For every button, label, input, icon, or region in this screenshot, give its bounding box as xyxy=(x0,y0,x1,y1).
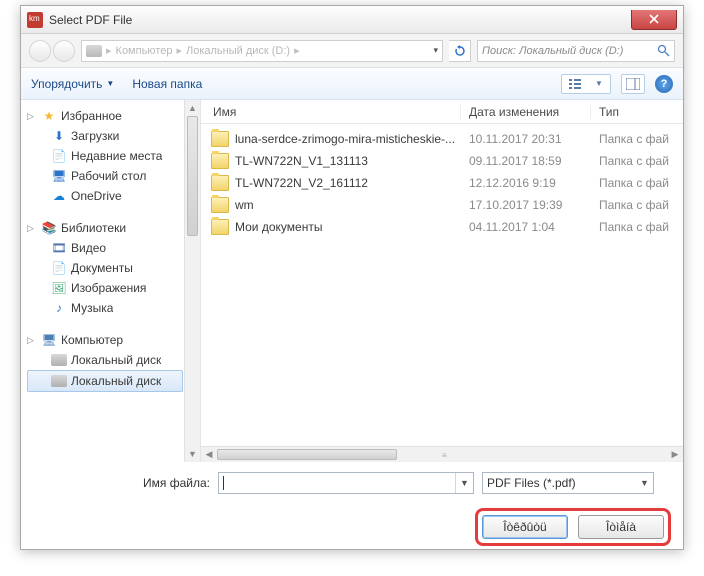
music-icon: ♪ xyxy=(51,300,67,316)
drive-icon xyxy=(51,375,67,387)
chevron-down-icon: ▼ xyxy=(455,473,473,493)
nav-back-button[interactable] xyxy=(29,40,51,62)
cloud-icon: ☁ xyxy=(51,188,67,204)
footer: Имя файла: ▼ PDF Files (*.pdf) ▼ Îòêðûòü… xyxy=(21,462,683,558)
folder-icon xyxy=(211,219,229,235)
preview-pane-button[interactable] xyxy=(621,74,645,94)
refresh-button[interactable] xyxy=(449,40,471,62)
preview-pane-icon xyxy=(626,78,640,90)
close-icon xyxy=(649,14,659,24)
video-icon: 🎞 xyxy=(51,240,67,256)
list-view-icon xyxy=(569,79,581,89)
expand-icon: ▷ xyxy=(27,223,37,234)
sidebar-scrollbar[interactable]: ▲ ▼ xyxy=(184,100,200,462)
chevron-down-icon: ▼ xyxy=(595,79,603,88)
cancel-button[interactable]: Îòìåíà xyxy=(578,515,664,539)
window-title: Select PDF File xyxy=(49,13,132,27)
desktop-icon: 🖥 xyxy=(51,168,67,184)
list-item[interactable]: wm17.10.2017 19:39Папка с фай xyxy=(201,194,683,216)
computer-icon: 🖥 xyxy=(41,332,57,348)
breadcrumb[interactable]: ▸ Компьютер ▸ Локальный диск (D:) ▸ ▾ xyxy=(81,40,443,62)
sidebar-item-onedrive[interactable]: ☁OneDrive xyxy=(27,186,183,206)
sidebar-item-recent[interactable]: 📄Недавние места xyxy=(27,146,183,166)
star-icon: ★ xyxy=(41,108,57,124)
filename-input[interactable]: ▼ xyxy=(218,472,474,494)
sidebar-item-drive-c[interactable]: Локальный диск xyxy=(27,350,183,370)
scroll-thumb[interactable] xyxy=(217,449,397,460)
scroll-left-icon: ◀ xyxy=(201,449,217,460)
scroll-thumb[interactable] xyxy=(187,116,198,236)
document-icon: 📄 xyxy=(51,260,67,276)
sidebar-item-music[interactable]: ♪Музыка xyxy=(27,298,183,318)
sidebar-favorites[interactable]: ▷ ★ Избранное xyxy=(27,106,183,126)
close-button[interactable] xyxy=(631,10,677,30)
drive-icon xyxy=(51,354,67,366)
sidebar-item-downloads[interactable]: ⬇Загрузки xyxy=(27,126,183,146)
folder-icon xyxy=(211,153,229,169)
folder-icon xyxy=(211,175,229,191)
list-item[interactable]: luna-serdce-zrimogo-mira-misticheskie-..… xyxy=(201,128,683,150)
search-icon xyxy=(657,44,670,57)
sidebar: ▷ ★ Избранное ⬇Загрузки 📄Недавние места … xyxy=(21,100,201,462)
button-highlight: Îòêðûòü Îòìåíà xyxy=(475,508,671,546)
address-bar: ▸ Компьютер ▸ Локальный диск (D:) ▸ ▾ По… xyxy=(21,34,683,68)
chevron-down-icon: ▼ xyxy=(106,79,114,88)
sidebar-item-pictures[interactable]: 🖼Изображения xyxy=(27,278,183,298)
list-item[interactable]: TL-WN722N_V1_13111309.11.2017 18:59Папка… xyxy=(201,150,683,172)
titlebar: Select PDF File xyxy=(21,6,683,34)
search-placeholder: Поиск: Локальный диск (D:) xyxy=(482,45,623,57)
app-icon xyxy=(27,12,43,28)
download-icon: ⬇ xyxy=(51,128,67,144)
scroll-down-icon: ▼ xyxy=(185,446,200,462)
sidebar-item-drive-d[interactable]: Локальный диск xyxy=(27,370,183,392)
expand-icon: ▷ xyxy=(27,111,37,122)
drive-icon xyxy=(86,45,102,57)
recent-icon: 📄 xyxy=(51,148,67,164)
sidebar-computer[interactable]: ▷ 🖥 Компьютер xyxy=(27,330,183,350)
list-item[interactable]: Мои документы04.11.2017 1:04Папка с фай xyxy=(201,216,683,238)
breadcrumb-drive: Локальный диск (D:) xyxy=(186,45,290,57)
list-item[interactable]: TL-WN722N_V2_16111212.12.2016 9:19Папка … xyxy=(201,172,683,194)
sidebar-libraries[interactable]: ▷ 📚 Библиотеки xyxy=(27,218,183,238)
view-mode-button[interactable]: ▼ xyxy=(561,74,611,94)
libraries-icon: 📚 xyxy=(41,220,57,236)
filename-label: Имя файла: xyxy=(143,476,210,490)
search-input[interactable]: Поиск: Локальный диск (D:) xyxy=(477,40,675,62)
file-list-pane: Имя Дата изменения Тип luna-serdce-zrimo… xyxy=(201,100,683,462)
dialog-window: Select PDF File ▸ Компьютер ▸ Локальный … xyxy=(20,5,684,550)
nav-forward-button[interactable] xyxy=(53,40,75,62)
new-folder-button[interactable]: Новая папка xyxy=(132,77,202,91)
column-date[interactable]: Дата изменения xyxy=(461,105,591,119)
expand-icon: ▷ xyxy=(27,335,37,346)
column-headers: Имя Дата изменения Тип xyxy=(201,100,683,124)
open-button[interactable]: Îòêðûòü xyxy=(482,515,568,539)
horizontal-scrollbar[interactable]: ◀ ≡ ▶ xyxy=(201,446,683,462)
chevron-down-icon: ▼ xyxy=(640,478,649,488)
toolbar: Упорядочить▼ Новая папка ▼ ? xyxy=(21,68,683,100)
column-type[interactable]: Тип xyxy=(591,105,683,119)
folder-icon xyxy=(211,197,229,213)
refresh-icon xyxy=(454,45,466,57)
help-button[interactable]: ? xyxy=(655,75,673,93)
scroll-up-icon: ▲ xyxy=(185,100,200,116)
organize-button[interactable]: Упорядочить▼ xyxy=(31,77,114,91)
body: ▷ ★ Избранное ⬇Загрузки 📄Недавние места … xyxy=(21,100,683,462)
sidebar-item-documents[interactable]: 📄Документы xyxy=(27,258,183,278)
breadcrumb-computer: Компьютер xyxy=(116,45,173,57)
pictures-icon: 🖼 xyxy=(51,280,67,296)
file-rows: luna-serdce-zrimogo-mira-misticheskie-..… xyxy=(201,124,683,446)
sidebar-item-desktop[interactable]: 🖥Рабочий стол xyxy=(27,166,183,186)
filetype-select[interactable]: PDF Files (*.pdf) ▼ xyxy=(482,472,654,494)
scroll-right-icon: ▶ xyxy=(667,449,683,460)
sidebar-item-video[interactable]: 🎞Видео xyxy=(27,238,183,258)
folder-icon xyxy=(211,131,229,147)
column-name[interactable]: Имя xyxy=(201,105,461,119)
